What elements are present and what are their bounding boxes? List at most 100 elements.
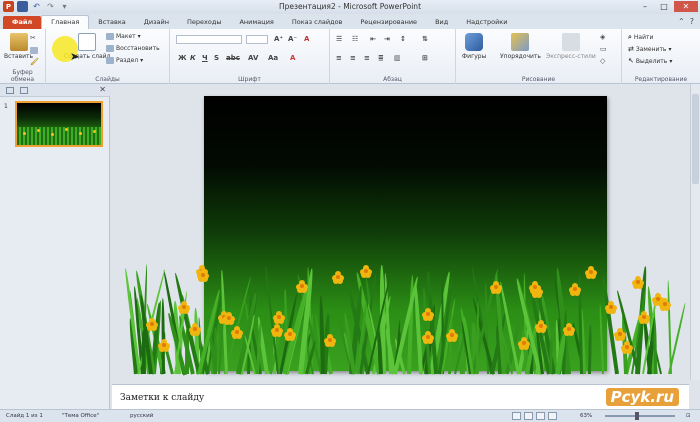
reset-button[interactable]: Восстановить: [106, 45, 160, 52]
tab-slideshow[interactable]: Показ слайдов: [283, 16, 352, 29]
zoom-slider[interactable]: [605, 412, 675, 420]
layout-button[interactable]: Макет ▾: [106, 33, 141, 40]
shapes-icon: [465, 33, 484, 51]
tab-file[interactable]: Файл: [3, 16, 42, 29]
shape-fill-icon[interactable]: ◈: [600, 33, 605, 41]
arrange-button[interactable]: Упорядочить: [500, 33, 541, 60]
italic-icon[interactable]: К: [190, 54, 196, 62]
cut-icon[interactable]: ✂: [30, 34, 36, 42]
numbering-icon[interactable]: ☷: [352, 35, 358, 43]
text-direction-icon[interactable]: ⇅: [422, 35, 428, 43]
daffodil-flower: [270, 324, 283, 338]
reading-view-icon[interactable]: [536, 412, 545, 420]
language[interactable]: русский: [130, 413, 153, 419]
indent-increase-icon[interactable]: ⇥: [384, 35, 390, 43]
slides-pane: ✕ 1: [0, 84, 110, 409]
bold-icon[interactable]: Ж: [178, 54, 187, 62]
vertical-scrollbar[interactable]: [690, 84, 700, 380]
paste-button[interactable]: Вставить: [4, 33, 33, 60]
tab-insert[interactable]: Вставка: [89, 16, 135, 29]
slide-editing-area[interactable]: [112, 84, 689, 381]
grass-blade: [599, 304, 605, 375]
help-icon[interactable]: ?: [690, 17, 694, 26]
daffodil-flower: [157, 338, 170, 352]
tab-view[interactable]: Вид: [426, 16, 457, 29]
section-button[interactable]: Раздел ▾: [106, 57, 143, 64]
daffodil-flower: [569, 283, 582, 297]
copy-icon[interactable]: [30, 47, 38, 54]
shapes-button[interactable]: Фигуры: [462, 33, 486, 60]
thumbnail-grass: [17, 127, 101, 145]
close-icon[interactable]: ✕: [674, 1, 698, 12]
group-slides-label: Слайды: [95, 76, 120, 83]
minimize-icon[interactable]: –: [636, 1, 654, 12]
group-font-label: Шрифт: [238, 76, 261, 83]
daffodil-flower: [584, 266, 597, 280]
scrollbar-thumb[interactable]: [692, 94, 699, 184]
tab-animation[interactable]: Анимация: [230, 16, 282, 29]
tab-transitions[interactable]: Переходы: [178, 16, 230, 29]
grass-image[interactable]: [124, 259, 687, 375]
indent-decrease-icon[interactable]: ⇤: [370, 35, 376, 43]
clear-format-icon[interactable]: A: [304, 35, 309, 43]
align-center-icon[interactable]: ≡: [350, 54, 356, 62]
case-icon[interactable]: Aa: [268, 54, 278, 62]
group-paragraph-label: Абзац: [383, 76, 402, 83]
tab-design[interactable]: Дизайн: [135, 16, 178, 29]
quick-styles-button[interactable]: Экспресс-стили: [546, 33, 596, 60]
justify-icon[interactable]: ≣: [378, 54, 384, 62]
slides-tab-icon[interactable]: [6, 87, 14, 94]
spacing-icon[interactable]: AV: [248, 54, 258, 62]
daffodil-flower: [189, 323, 202, 337]
slide-thumbnail[interactable]: [15, 101, 103, 147]
group-paragraph: ☰ ☷ ⇤ ⇥ ↕ ⇅ ≡ ≡ ≡ ≣ ▥ ⊞ Абзац: [330, 29, 456, 84]
replace-button[interactable]: ⇄ Заменить ▾: [628, 45, 672, 53]
slideshow-view-icon[interactable]: [548, 412, 557, 420]
pane-close-icon[interactable]: ✕: [99, 85, 106, 94]
smartart-icon[interactable]: ⊞: [422, 54, 428, 62]
zoom-knob[interactable]: [635, 412, 639, 420]
tab-addins[interactable]: Надстройки: [457, 16, 516, 29]
maximize-icon[interactable]: □: [655, 1, 673, 12]
fit-slide-icon[interactable]: ⊡: [686, 413, 691, 419]
select-button[interactable]: ↖ Выделить ▾: [628, 57, 672, 65]
daffodil-flower: [489, 280, 502, 294]
bullets-icon[interactable]: ☰: [336, 35, 342, 43]
tab-home[interactable]: Главная: [41, 15, 90, 29]
align-right-icon[interactable]: ≡: [364, 54, 370, 62]
shadow-icon[interactable]: S: [214, 54, 219, 62]
thumbnail-flower: [37, 129, 40, 132]
grow-font-icon[interactable]: A⁺: [274, 35, 283, 43]
quick-styles-icon: [561, 33, 580, 51]
daffodil-flower: [145, 318, 158, 332]
font-name-select[interactable]: [176, 35, 242, 44]
font-color-icon[interactable]: A: [290, 54, 295, 62]
sorter-view-icon[interactable]: [524, 412, 533, 420]
shape-effects-icon[interactable]: ◇: [600, 57, 605, 65]
font-size-select[interactable]: [246, 35, 268, 44]
normal-view-icon[interactable]: [512, 412, 521, 420]
columns-icon[interactable]: ▥: [394, 54, 401, 62]
strikethrough-icon[interactable]: abc: [226, 54, 240, 62]
align-left-icon[interactable]: ≡: [336, 54, 342, 62]
underline-icon[interactable]: Ч: [202, 54, 208, 62]
section-icon: [106, 57, 114, 64]
line-spacing-icon[interactable]: ↕: [400, 35, 406, 43]
shape-outline-icon[interactable]: ▭: [600, 45, 607, 53]
shrink-font-icon[interactable]: A⁻: [288, 35, 297, 43]
find-button[interactable]: ⌕ Найти: [628, 33, 653, 42]
tab-review[interactable]: Рецензирование: [351, 16, 426, 29]
notes-placeholder[interactable]: Заметки к слайду: [120, 393, 204, 403]
status-bar: Слайд 1 из 1 "Тема Office" русский 63% ⊡: [0, 409, 700, 422]
grass-blade: [447, 313, 453, 375]
zoom-level[interactable]: 63%: [580, 413, 592, 419]
watermark: Pcyk.ru: [605, 388, 679, 406]
reset-icon: [106, 45, 114, 52]
daffodil-flower: [529, 281, 541, 295]
daffodil-flower: [605, 301, 618, 315]
notes-pane[interactable]: Заметки к слайду Pcyk.ru: [112, 384, 689, 409]
group-clipboard: Вставить ✂ 🖌 Буфер обмена: [0, 29, 46, 84]
minimize-ribbon-icon[interactable]: ⌃: [678, 17, 685, 26]
outline-tab-icon[interactable]: [20, 87, 28, 94]
format-painter-icon[interactable]: 🖌: [30, 58, 39, 66]
